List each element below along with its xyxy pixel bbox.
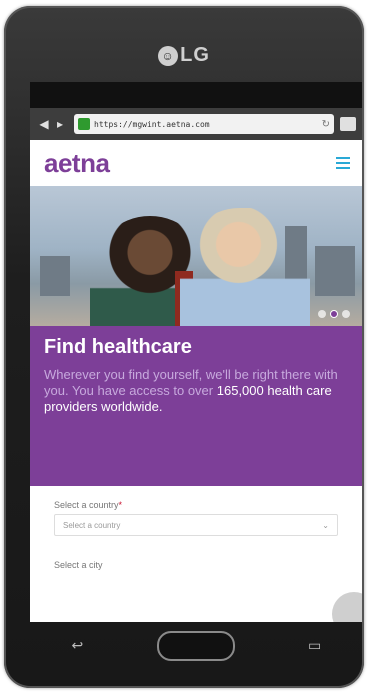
country-select[interactable]: Select a country ⌄ <box>54 514 338 536</box>
find-healthcare-banner: Find healthcare Wherever you find yourse… <box>30 326 362 486</box>
carousel-dot-active[interactable] <box>330 310 338 318</box>
url-text: https://mgwint.aetna.com <box>94 119 210 129</box>
carousel-dots <box>318 310 350 318</box>
background-building <box>40 256 70 296</box>
site-header: aetna <box>30 140 362 186</box>
floating-action-button[interactable] <box>332 592 362 622</box>
device-logo: ☺ LG <box>4 44 364 67</box>
forward-arrow-icon[interactable]: ▸ <box>52 117 68 131</box>
country-label-text: Select a country <box>54 500 119 510</box>
tabs-icon[interactable] <box>340 117 356 131</box>
lg-logo-icon: ☺ <box>158 46 179 66</box>
country-label: Select a country* <box>54 500 348 510</box>
aetna-logo[interactable]: aetna <box>44 148 110 179</box>
city-label: Select a city <box>54 560 103 570</box>
back-arrow-icon[interactable]: ◀ <box>36 117 52 131</box>
secure-lock-icon <box>78 118 90 130</box>
country-select-value: Select a country <box>63 520 121 530</box>
phone-screen: ◀ ▸ https://mgwint.aetna.com ↻ aetna Fin… <box>30 82 362 622</box>
recent-apps-icon[interactable]: ▭ <box>300 638 330 654</box>
carousel-dot[interactable] <box>342 310 350 318</box>
hero-image <box>30 186 362 326</box>
banner-body: Wherever you find yourself, we'll be rig… <box>44 367 348 415</box>
status-bar <box>30 82 362 108</box>
carousel-dot[interactable] <box>318 310 326 318</box>
required-mark: * <box>118 500 123 510</box>
browser-toolbar: ◀ ▸ https://mgwint.aetna.com ↻ <box>30 108 362 140</box>
home-button[interactable] <box>156 631 235 661</box>
banner-title: Find healthcare <box>44 336 192 358</box>
android-nav-bar: ↩ ▭ <box>30 622 362 670</box>
chevron-down-icon: ⌄ <box>322 520 329 530</box>
android-back-icon[interactable]: ↩ <box>62 638 92 654</box>
address-bar[interactable]: https://mgwint.aetna.com ↻ <box>74 114 334 134</box>
hamburger-menu-icon[interactable] <box>336 157 350 169</box>
hero-person-right <box>180 208 310 326</box>
device-brand: LG <box>180 44 210 66</box>
reload-icon[interactable]: ↻ <box>322 119 330 130</box>
background-building <box>315 246 355 296</box>
provider-search-form: Select a country* Select a country ⌄ Sel… <box>30 486 362 570</box>
